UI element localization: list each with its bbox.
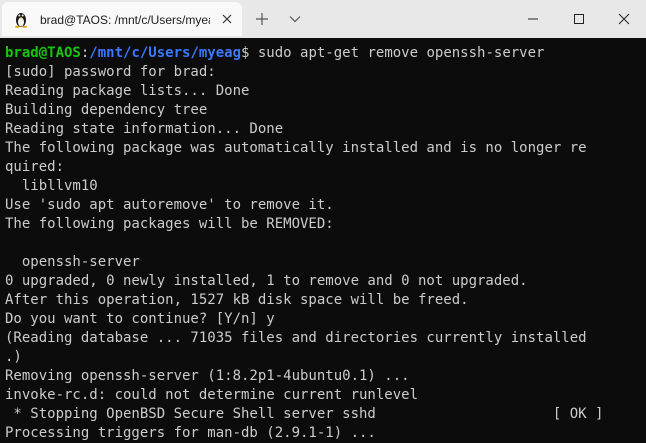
output-line: Do you want to continue? [Y/n] y bbox=[5, 311, 275, 327]
maximize-icon bbox=[574, 14, 584, 24]
tab-close-icon[interactable] bbox=[220, 12, 234, 26]
close-window-button[interactable] bbox=[602, 0, 646, 38]
maximize-button[interactable] bbox=[556, 0, 602, 38]
output-line: * Stopping OpenBSD Secure Shell server s… bbox=[5, 406, 604, 422]
output-line: quired: bbox=[5, 159, 65, 175]
output-line: After this operation, 1527 kB disk space… bbox=[5, 292, 469, 308]
output-line: Use 'sudo apt autoremove' to remove it. bbox=[5, 197, 334, 213]
linux-tux-icon bbox=[15, 13, 27, 28]
output-line: The following package was automatically … bbox=[5, 140, 587, 156]
title-bar: brad@TAOS: /mnt/c/Users/myeag bbox=[0, 0, 646, 38]
output-line: libllvm10 bbox=[5, 178, 98, 194]
output-line: Reading state information... Done bbox=[5, 121, 284, 137]
prompt-user-host: brad@TAOS bbox=[5, 45, 81, 61]
close-icon bbox=[618, 13, 630, 25]
output-line: 0 upgraded, 0 newly installed, 1 to remo… bbox=[5, 273, 528, 289]
output-line: The following packages will be REMOVED: bbox=[5, 216, 334, 232]
output-line: invoke-rc.d: could not determine current… bbox=[5, 387, 419, 403]
plus-icon bbox=[256, 13, 268, 25]
prompt-line: brad@TAOS:/mnt/c/Users/myeag$ sudo apt-g… bbox=[5, 44, 544, 63]
minimize-button[interactable] bbox=[510, 0, 556, 38]
minimize-icon bbox=[528, 18, 538, 20]
output-line: openssh-server bbox=[5, 254, 140, 270]
new-tab-button[interactable] bbox=[248, 0, 276, 38]
terminal-output[interactable]: brad@TAOS:/mnt/c/Users/myeag$ sudo apt-g… bbox=[0, 44, 646, 443]
output-line: [sudo] password for brad: bbox=[5, 64, 216, 80]
output-line: Removing openssh-server (1:8.2p1-4ubuntu… bbox=[5, 368, 410, 384]
tab-title: brad@TAOS: /mnt/c/Users/myeag bbox=[40, 13, 210, 27]
terminal-window: brad@TAOS: /mnt/c/Users/myeag brad@TAOS:… bbox=[0, 0, 646, 443]
output-line: Processing triggers for man-db (2.9.1-1)… bbox=[5, 425, 376, 441]
chevron-down-icon bbox=[289, 16, 301, 23]
profile-dropdown-button[interactable] bbox=[282, 0, 308, 38]
output-line: Building dependency tree bbox=[5, 102, 208, 118]
prompt-path: /mnt/c/Users/myeag bbox=[89, 45, 242, 61]
output-line: Reading package lists... Done bbox=[5, 83, 250, 99]
output-line: .) bbox=[5, 349, 22, 365]
command-text: sudo apt-get remove openssh-server bbox=[249, 45, 545, 61]
terminal-tab[interactable]: brad@TAOS: /mnt/c/Users/myeag bbox=[2, 2, 242, 36]
output-line: (Reading database ... 71035 files and di… bbox=[5, 330, 587, 346]
